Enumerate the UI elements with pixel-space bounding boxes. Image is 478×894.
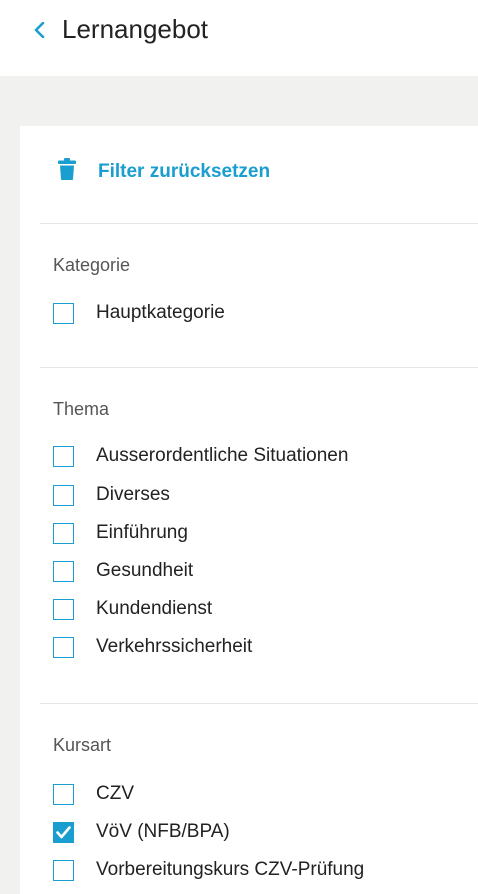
checkbox[interactable] [53,303,74,324]
section-title-thema: Thema [53,399,110,419]
checkbox-checked[interactable] [53,822,74,843]
back-button[interactable] [28,14,58,44]
section-title-kategorie: Kategorie [53,255,131,275]
option-gesundheit[interactable]: Gesundheit [52,556,462,586]
option-diverses[interactable]: Diverses [52,480,462,510]
option-kundendienst[interactable]: Kundendienst [52,594,462,624]
trash-icon [58,158,76,180]
checkbox[interactable] [53,860,74,881]
option-label: VöV (NFB/BPA) [96,821,230,842]
checkbox[interactable] [53,637,74,658]
page-title: Lernangebot [62,14,209,44]
option-label: Einführung [96,522,188,543]
option-verkehrssicherheit[interactable]: Verkehrssicherheit [52,632,462,662]
checkmark-icon [56,826,71,839]
option-label: Gesundheit [96,560,194,581]
option-label: Diverses [96,484,170,505]
option-label: Ausserordentliche Situationen [96,445,349,466]
option-czv[interactable]: CZV [52,779,462,809]
header-bar: Lernangebot [0,0,478,76]
checkbox[interactable] [53,599,74,620]
divider [40,367,478,368]
checkbox[interactable] [53,784,74,805]
checkbox[interactable] [53,523,74,544]
option-voev-nfb-bpa[interactable]: VöV (NFB/BPA) [52,817,462,847]
divider [40,223,478,224]
section-title-kursart: Kursart [53,735,112,755]
divider [40,703,478,704]
option-hauptkategorie[interactable]: Hauptkategorie [52,298,462,328]
checkbox[interactable] [53,561,74,582]
option-label: Kundendienst [96,598,213,619]
option-einfuehrung[interactable]: Einführung [52,518,462,548]
reset-filters-label: Filter zurücksetzen [98,161,271,182]
chevron-left-icon [34,22,45,38]
option-label: Hauptkategorie [96,302,225,323]
checkbox[interactable] [53,485,74,506]
checkbox[interactable] [53,446,74,467]
option-label: CZV [96,783,134,804]
option-ausserordentliche-situationen[interactable]: Ausserordentliche Situationen [52,441,462,471]
option-label: Vorbereitungskurs CZV-Prüfung [96,859,365,880]
option-label: Verkehrssicherheit [96,636,253,657]
option-vorbereitungskurs-czv-pruefung[interactable]: Vorbereitungskurs CZV-Prüfung [52,855,462,885]
reset-filters-button[interactable]: Filter zurücksetzen [40,154,300,192]
